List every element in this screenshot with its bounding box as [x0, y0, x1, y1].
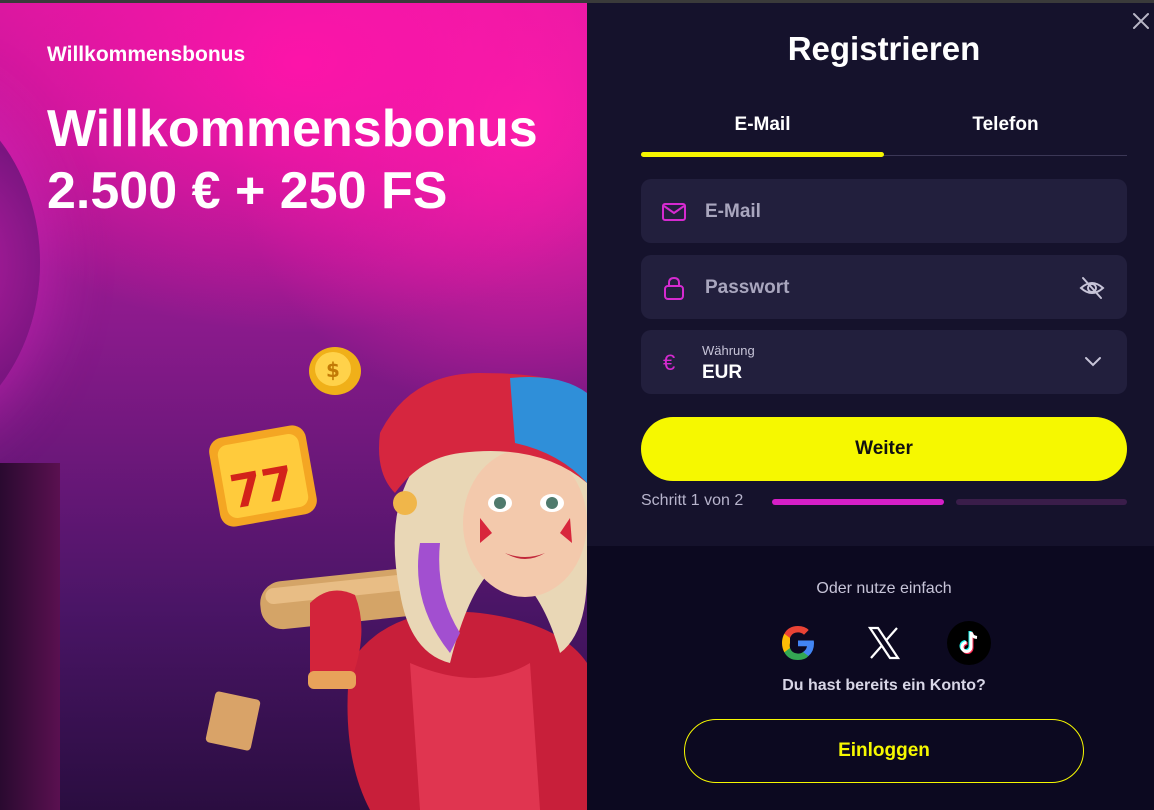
promo-label: Willkommensbonus — [47, 43, 246, 66]
currency-label: Währung — [702, 343, 755, 358]
social-prompt: Oder nutze einfach — [816, 580, 952, 597]
promo-headline-line1: Willkommensbonus — [47, 100, 538, 158]
email-input[interactable] — [703, 179, 1067, 245]
envelope-icon — [662, 203, 686, 221]
tab-email[interactable]: E-Mail — [641, 110, 884, 156]
password-input[interactable] — [703, 255, 1067, 321]
email-field[interactable] — [641, 179, 1127, 245]
svg-text:77: 77 — [226, 455, 298, 519]
svg-text:$: $ — [326, 358, 340, 382]
currency-select[interactable]: € Währung EUR — [641, 330, 1127, 394]
tab-phone[interactable]: Telefon — [884, 110, 1127, 156]
page-title: Registrieren — [787, 30, 981, 67]
eye-off-icon[interactable] — [1078, 274, 1106, 302]
step-indicator: Schritt 1 von 2 — [641, 492, 744, 509]
next-button[interactable]: Weiter — [641, 417, 1127, 481]
slot-dice-icon: 77 — [209, 425, 317, 527]
step-progress-done — [772, 499, 944, 505]
tiktok-icon[interactable] — [947, 621, 991, 665]
password-field[interactable] — [641, 255, 1127, 321]
jester-illustration: $ 77 — [205, 347, 587, 810]
chevron-down-icon — [1085, 357, 1101, 367]
login-button[interactable]: Einloggen — [684, 719, 1084, 783]
promo-shadow — [0, 463, 60, 810]
x-icon[interactable] — [862, 621, 906, 665]
promo-headline-line2: 2.500 € + 250 FS — [47, 162, 448, 220]
step-progress-remaining — [956, 499, 1127, 505]
google-icon[interactable] — [776, 621, 820, 665]
lock-icon — [664, 276, 684, 300]
tab-active-indicator — [641, 152, 884, 157]
euro-icon: € — [663, 350, 676, 375]
gold-coin-icon: $ — [309, 347, 361, 395]
currency-value: EUR — [702, 362, 743, 383]
promo-glow-orb — [0, 83, 40, 443]
account-prompt: Du hast bereits ein Konto? — [782, 677, 986, 694]
promo-panel: $ 77 Willkommensbonus Willkommensbonus 2… — [0, 3, 587, 810]
promo-headline: Willkommensbonus 2.500 € + 250 FS — [47, 98, 538, 222]
close-icon[interactable] — [1130, 10, 1152, 32]
